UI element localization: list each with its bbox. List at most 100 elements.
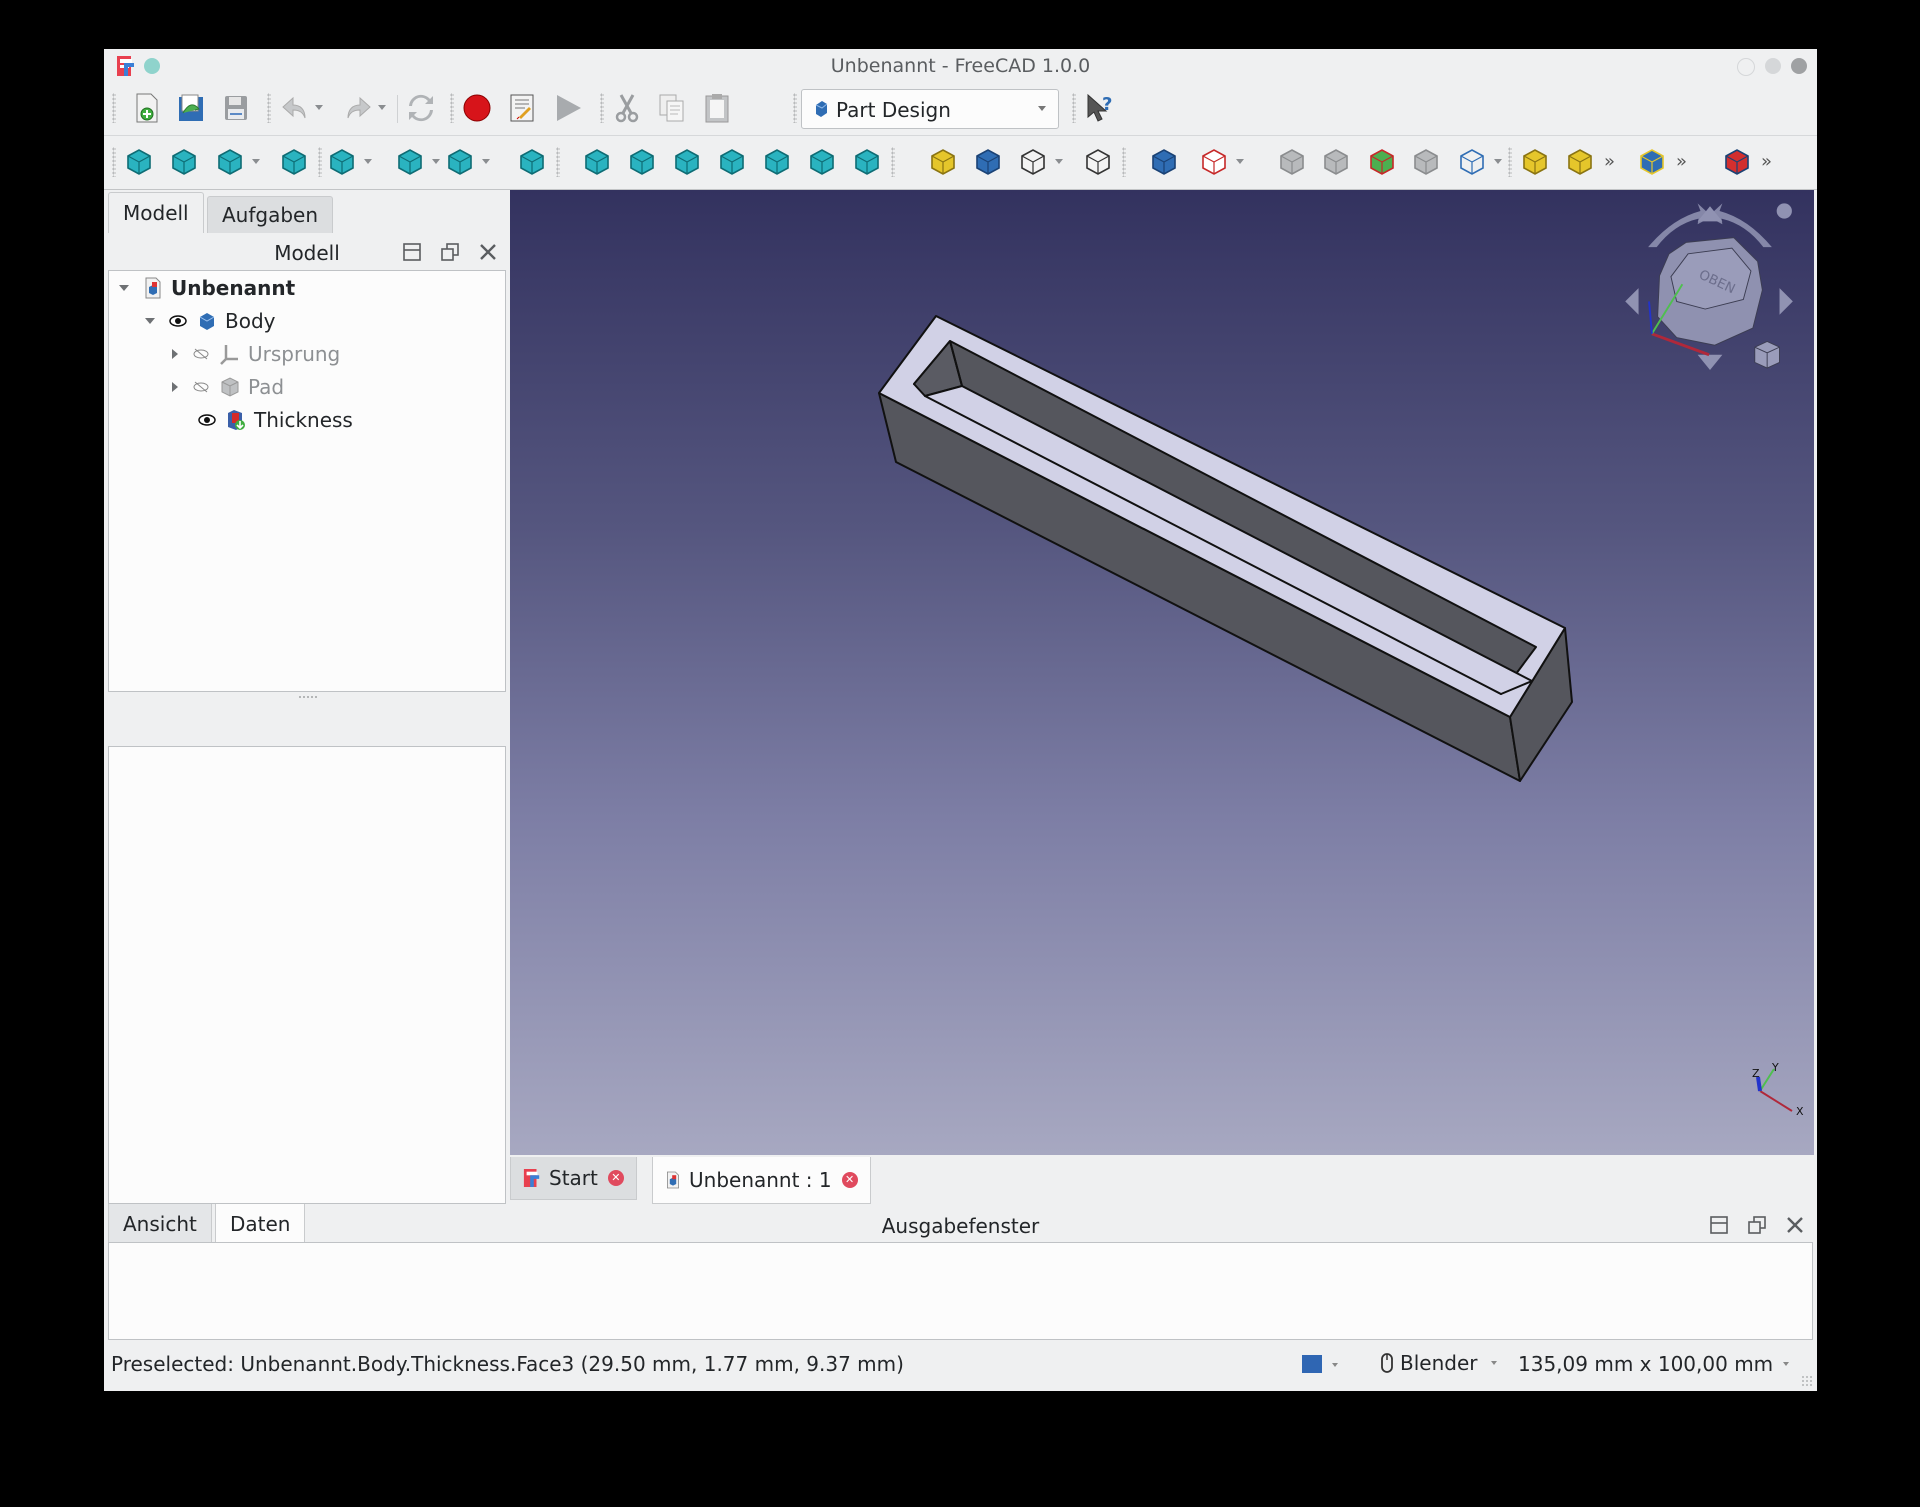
fillet-icon[interactable] <box>1721 146 1753 178</box>
navigation-style-button[interactable]: Blender <box>1380 1351 1498 1375</box>
maximize-button[interactable] <box>1765 58 1781 74</box>
workbench-selector[interactable]: Part Design <box>801 89 1059 129</box>
doc-tab-start[interactable]: Start ✕ <box>510 1157 637 1200</box>
model-face-inner-ledge[interactable] <box>924 385 1533 695</box>
toolbar-grip[interactable] <box>1508 147 1512 177</box>
close-tab-icon[interactable]: ✕ <box>607 1170 624 1186</box>
view-iso-icon[interactable] <box>581 146 613 178</box>
group-icon[interactable] <box>972 146 1004 178</box>
view-top-icon[interactable] <box>671 146 703 178</box>
draw-style-button[interactable] <box>1302 1355 1342 1377</box>
toolbar-grip[interactable] <box>112 93 116 123</box>
fit-selection-icon[interactable] <box>168 146 200 178</box>
expand-arrow-icon[interactable] <box>119 285 129 291</box>
toolbar-overflow-icon[interactable]: » <box>1604 151 1615 172</box>
eye-visible-icon[interactable] <box>198 414 216 426</box>
variable-set-icon[interactable] <box>1082 146 1114 178</box>
bounding-box-icon[interactable] <box>394 146 426 178</box>
new-document-icon[interactable] <box>131 92 163 124</box>
whats-this-icon[interactable]: ? <box>1084 92 1116 124</box>
draw-style-icon[interactable] <box>326 146 358 178</box>
minimize-button[interactable] <box>1737 58 1755 76</box>
measure-icon[interactable] <box>516 146 548 178</box>
property-editor[interactable] <box>108 746 506 1204</box>
isometric-view-icon[interactable] <box>214 146 246 178</box>
nav-menu-dot[interactable] <box>1776 203 1792 219</box>
nav-arrow-right[interactable] <box>1779 288 1793 315</box>
pad-icon[interactable] <box>1519 146 1551 178</box>
view-front-icon[interactable] <box>626 146 658 178</box>
revolution-icon[interactable] <box>1564 146 1596 178</box>
toolbar-grip[interactable] <box>600 93 604 123</box>
zoom-icon[interactable] <box>444 146 476 178</box>
link-dropdown[interactable] <box>1055 159 1063 164</box>
dimension-readout[interactable]: 135,09 mm x 100,00 mm <box>1518 1352 1790 1376</box>
dock-undock-icon[interactable] <box>1746 1215 1768 1237</box>
tab-aufgaben[interactable]: Aufgaben <box>207 196 334 233</box>
eye-hidden-icon[interactable] <box>192 381 210 393</box>
pocket-icon[interactable] <box>1636 146 1668 178</box>
eye-hidden-icon[interactable] <box>192 348 210 360</box>
shape-binder-icon[interactable] <box>1198 146 1230 178</box>
macro-record-icon[interactable] <box>461 92 493 124</box>
view-rear-icon[interactable] <box>761 146 793 178</box>
open-document-icon[interactable] <box>175 92 207 124</box>
sub-shape-binder-icon[interactable] <box>1410 146 1442 178</box>
dock-float-icon[interactable] <box>401 242 423 264</box>
clone-icon[interactable] <box>1276 146 1308 178</box>
save-document-icon[interactable] <box>220 92 252 124</box>
part-icon[interactable] <box>927 146 959 178</box>
dock-undock-icon[interactable] <box>439 242 461 264</box>
toolbar-grip[interactable] <box>450 93 454 123</box>
tree-item-body[interactable]: Body <box>145 306 276 336</box>
toolbar-overflow-icon[interactable]: » <box>1761 151 1772 172</box>
macro-run-icon[interactable] <box>552 92 584 124</box>
tree-item-thickness[interactable]: Thickness <box>198 405 353 435</box>
3d-model-thickness-box[interactable] <box>878 315 1573 782</box>
expand-arrow-icon[interactable] <box>145 318 155 324</box>
output-console[interactable] <box>108 1242 1813 1340</box>
expand-arrow-icon[interactable] <box>172 349 178 359</box>
macro-edit-icon[interactable] <box>506 92 538 124</box>
toolbar-grip[interactable] <box>1122 147 1126 177</box>
eye-visible-icon[interactable] <box>169 315 187 327</box>
create-body-icon[interactable] <box>1148 146 1180 178</box>
toolbar-grip[interactable] <box>318 147 322 177</box>
nav-arrow-left[interactable] <box>1625 288 1639 315</box>
tree-item-ursprung[interactable]: Ursprung <box>172 339 340 369</box>
tab-modell[interactable]: Modell <box>108 192 204 233</box>
draw-style-dropdown[interactable] <box>364 159 372 164</box>
close-tab-icon[interactable]: ✕ <box>841 1172 858 1188</box>
std-view-icon[interactable] <box>278 146 310 178</box>
paste-icon[interactable] <box>701 92 733 124</box>
resize-grip[interactable] <box>1801 1375 1813 1387</box>
view-left-icon[interactable] <box>851 146 883 178</box>
toolbar-grip[interactable] <box>793 93 797 123</box>
tree-item-pad[interactable]: Pad <box>172 372 284 402</box>
nav-arrow-down[interactable] <box>1697 354 1723 370</box>
dock-close-icon[interactable] <box>1784 1215 1806 1237</box>
cut-icon[interactable] <box>611 92 643 124</box>
zoom-dropdown[interactable] <box>482 159 490 164</box>
sketch-icon[interactable] <box>1366 146 1398 178</box>
isometric-view-dropdown[interactable] <box>252 159 260 164</box>
nav-home-cube-icon[interactable] <box>1754 340 1780 369</box>
fit-all-icon[interactable] <box>123 146 155 178</box>
close-window-button[interactable] <box>1791 58 1807 74</box>
toolbar-grip[interactable] <box>267 93 271 123</box>
datum-plane-dropdown[interactable] <box>1494 159 1502 164</box>
datum-plane-icon[interactable] <box>1456 146 1488 178</box>
dock-float-icon[interactable] <box>1708 1215 1730 1237</box>
doc-tab-unbenannt[interactable]: Unbenannt : 1 ✕ <box>652 1157 871 1204</box>
toolbar-grip[interactable] <box>1072 93 1076 123</box>
toolbar-grip[interactable] <box>891 147 895 177</box>
3d-viewport[interactable]: OBEN X Y Z <box>510 190 1814 1155</box>
toolbar-overflow-icon[interactable]: » <box>1676 151 1687 172</box>
model-tree[interactable]: Unbenannt Body Ursprung Pad Thickness <box>108 270 506 692</box>
bounding-box-dropdown[interactable] <box>432 159 440 164</box>
panel-splitter[interactable] <box>298 695 318 699</box>
undo-dropdown[interactable] <box>315 105 323 110</box>
copy-icon[interactable] <box>656 92 688 124</box>
toolbar-grip[interactable] <box>556 147 560 177</box>
redo-dropdown[interactable] <box>378 105 386 110</box>
